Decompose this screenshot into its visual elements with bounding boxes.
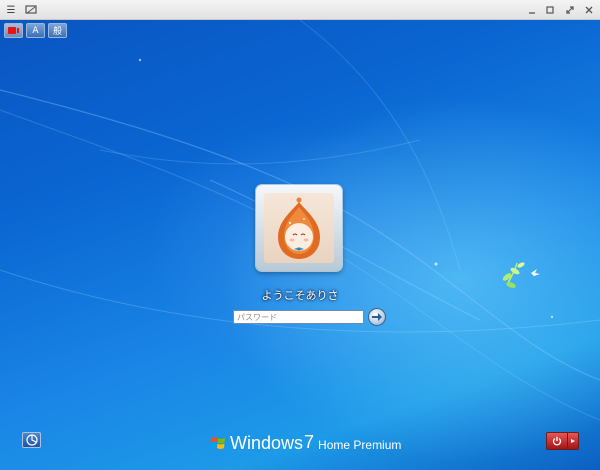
- username: ようこそありさ: [261, 289, 339, 302]
- power-controls: [546, 432, 579, 450]
- submit-button[interactable]: [368, 308, 386, 326]
- brand-name: Windows: [230, 432, 304, 453]
- fullscreen-icon[interactable]: [562, 2, 578, 18]
- brand-version: 7: [304, 431, 315, 452]
- brand-edition: Home Premium: [318, 438, 402, 452]
- candle-doll-avatar-icon: [278, 197, 320, 259]
- conversion-mode-button[interactable]: 般: [48, 23, 67, 38]
- logon-screen: A 般 ようこそありさ Windows 7 Home Premium: [0, 20, 600, 470]
- user-tile[interactable]: [256, 185, 342, 271]
- ime-status-button[interactable]: [4, 23, 23, 38]
- conversion-mode-label: 般: [52, 27, 62, 37]
- windows-logo-icon: [210, 437, 225, 449]
- input-mode-label: A: [32, 25, 39, 36]
- windows-branding: Windows 7 Home Premium: [210, 431, 402, 453]
- menu-icon[interactable]: ☰: [3, 2, 19, 18]
- password-field[interactable]: [233, 310, 364, 324]
- shutdown-button[interactable]: [547, 433, 567, 449]
- arrow-right-icon: [372, 313, 382, 321]
- chevron-right-icon: [571, 439, 575, 443]
- close-icon[interactable]: [581, 2, 597, 18]
- language-bar: A 般: [4, 23, 67, 38]
- ease-of-access-icon: [25, 434, 38, 446]
- ease-of-access-button[interactable]: [22, 432, 41, 448]
- vm-toolbar: ☰: [0, 0, 600, 20]
- restore-icon[interactable]: [542, 2, 558, 18]
- ime-icon: [7, 27, 19, 34]
- power-icon: [552, 436, 562, 446]
- avatar: [264, 193, 334, 263]
- shutdown-options-button[interactable]: [567, 433, 578, 449]
- input-mode-button[interactable]: A: [26, 23, 45, 38]
- display-icon[interactable]: [23, 2, 39, 18]
- minimize-icon[interactable]: [524, 2, 540, 18]
